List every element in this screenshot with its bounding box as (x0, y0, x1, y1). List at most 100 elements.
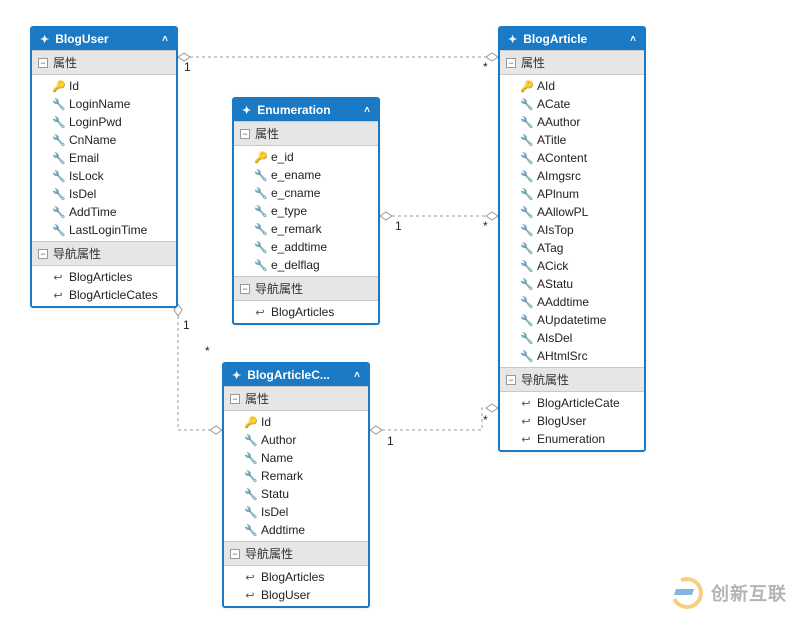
chevron-up-icon[interactable]: ˄ (354, 370, 360, 381)
prop-isdel[interactable]: 🔧IsDel (224, 503, 368, 521)
entity-icon: ✦ (232, 369, 241, 382)
nav-blogarticlecate[interactable]: ↩BlogArticleCate (500, 394, 644, 412)
entity-icon: ✦ (508, 33, 517, 46)
wrench-icon: 🔧 (244, 470, 256, 483)
entity-header[interactable]: ✦ Enumeration ˄ (234, 99, 378, 121)
prop-acick[interactable]: 🔧ACick (500, 257, 644, 275)
expander-icon[interactable]: − (38, 58, 48, 68)
prop-eaddtime[interactable]: 🔧e_addtime (234, 238, 378, 256)
prop-aplnum[interactable]: 🔧APlnum (500, 185, 644, 203)
prop-etype[interactable]: 🔧e_type (234, 202, 378, 220)
prop-id[interactable]: 🔑Id (224, 413, 368, 431)
entity-icon: ✦ (242, 104, 251, 117)
prop-aupdatetime[interactable]: 🔧AUpdatetime (500, 311, 644, 329)
nav-list: ↩BlogArticles ↩BlogUser (224, 566, 368, 606)
expander-icon[interactable]: − (506, 375, 516, 385)
wrench-icon: 🔧 (254, 187, 266, 200)
expander-icon[interactable]: − (230, 394, 240, 404)
chevron-up-icon[interactable]: ˄ (364, 105, 370, 116)
wrench-icon: 🔧 (520, 350, 532, 363)
nav-blogarticles[interactable]: ↩BlogArticles (234, 303, 378, 321)
prop-astatu[interactable]: 🔧AStatu (500, 275, 644, 293)
section-props[interactable]: − 属性 (500, 50, 644, 75)
wrench-icon: 🔧 (520, 296, 532, 309)
prop-aaddtime[interactable]: 🔧AAddtime (500, 293, 644, 311)
prop-addtime[interactable]: 🔧Addtime (224, 521, 368, 539)
nav-list: ↩BlogArticleCate ↩BlogUser ↩Enumeration (500, 392, 644, 450)
nav-icon: ↩ (244, 571, 256, 584)
section-props[interactable]: − 属性 (224, 386, 368, 411)
prop-name[interactable]: 🔧Name (224, 449, 368, 467)
prop-statu[interactable]: 🔧Statu (224, 485, 368, 503)
section-nav[interactable]: − 导航属性 (500, 367, 644, 392)
entity-blogarticlecate[interactable]: ✦ BlogArticleC... ˄ − 属性 🔑Id 🔧Author 🔧Na… (222, 362, 370, 608)
entity-title: BlogUser (55, 32, 156, 46)
section-props[interactable]: − 属性 (32, 50, 176, 75)
wrench-icon: 🔧 (520, 98, 532, 111)
nav-enumeration[interactable]: ↩Enumeration (500, 430, 644, 448)
prop-acontent[interactable]: 🔧AContent (500, 149, 644, 167)
section-props[interactable]: − 属性 (234, 121, 378, 146)
expander-icon[interactable]: − (230, 549, 240, 559)
key-icon: 🔑 (52, 80, 64, 93)
nav-bloguser[interactable]: ↩BlogUser (500, 412, 644, 430)
entity-bloguser[interactable]: ✦ BlogUser ˄ − 属性 🔑Id 🔧LoginName 🔧LoginP… (30, 26, 178, 308)
nav-icon: ↩ (520, 433, 532, 446)
nav-blogarticles[interactable]: ↩BlogArticles (32, 268, 176, 286)
section-nav[interactable]: − 导航属性 (32, 241, 176, 266)
prop-aallowpl[interactable]: 🔧AAllowPL (500, 203, 644, 221)
chevron-up-icon[interactable]: ˄ (162, 34, 168, 45)
prop-islock[interactable]: 🔧IsLock (32, 167, 176, 185)
entity-blogarticle[interactable]: ✦ BlogArticle ˄ − 属性 🔑AId 🔧ACate 🔧AAutho… (498, 26, 646, 452)
prop-acate[interactable]: 🔧ACate (500, 95, 644, 113)
prop-loginpwd[interactable]: 🔧LoginPwd (32, 113, 176, 131)
wrench-icon: 🔧 (244, 506, 256, 519)
entity-header[interactable]: ✦ BlogArticleC... ˄ (224, 364, 368, 386)
prop-isdel[interactable]: 🔧IsDel (32, 185, 176, 203)
wrench-icon: 🔧 (520, 152, 532, 165)
prop-ecname[interactable]: 🔧e_cname (234, 184, 378, 202)
expander-icon[interactable]: − (240, 129, 250, 139)
chevron-up-icon[interactable]: ˄ (630, 34, 636, 45)
prop-author[interactable]: 🔧Author (224, 431, 368, 449)
prop-edelflag[interactable]: 🔧e_delflag (234, 256, 378, 274)
prop-addtime[interactable]: 🔧AddTime (32, 203, 176, 221)
prop-remark[interactable]: 🔧Remark (224, 467, 368, 485)
prop-loginname[interactable]: 🔧LoginName (32, 95, 176, 113)
prop-email[interactable]: 🔧Email (32, 149, 176, 167)
section-label: 属性 (255, 125, 279, 142)
prop-lastlogintime[interactable]: 🔧LastLoginTime (32, 221, 176, 239)
prop-atitle[interactable]: 🔧ATitle (500, 131, 644, 149)
prop-aisdel[interactable]: 🔧AIsDel (500, 329, 644, 347)
prop-eename[interactable]: 🔧e_ename (234, 166, 378, 184)
entity-header[interactable]: ✦ BlogUser ˄ (32, 28, 176, 50)
prop-aimgsrc[interactable]: 🔧AImgsrc (500, 167, 644, 185)
prop-atag[interactable]: 🔧ATag (500, 239, 644, 257)
entity-icon: ✦ (40, 33, 49, 46)
wrench-icon: 🔧 (52, 170, 64, 183)
nav-blogarticlecates[interactable]: ↩BlogArticleCates (32, 286, 176, 304)
prop-id[interactable]: 🔑Id (32, 77, 176, 95)
watermark: 创新互联 (671, 577, 787, 609)
nav-bloguser[interactable]: ↩BlogUser (224, 586, 368, 604)
expander-icon[interactable]: − (506, 58, 516, 68)
section-nav[interactable]: − 导航属性 (234, 276, 378, 301)
expander-icon[interactable]: − (240, 284, 250, 294)
entity-enumeration[interactable]: ✦ Enumeration ˄ − 属性 🔑e_id 🔧e_ename 🔧e_c… (232, 97, 380, 325)
prop-aistop[interactable]: 🔧AIsTop (500, 221, 644, 239)
prop-aauthor[interactable]: 🔧AAuthor (500, 113, 644, 131)
prop-eremark[interactable]: 🔧e_remark (234, 220, 378, 238)
wrench-icon: 🔧 (520, 134, 532, 147)
wrench-icon: 🔧 (520, 116, 532, 129)
section-nav[interactable]: − 导航属性 (224, 541, 368, 566)
nav-icon: ↩ (520, 397, 532, 410)
prop-aid[interactable]: 🔑AId (500, 77, 644, 95)
entity-header[interactable]: ✦ BlogArticle ˄ (500, 28, 644, 50)
prop-eid[interactable]: 🔑e_id (234, 148, 378, 166)
expander-icon[interactable]: − (38, 249, 48, 259)
nav-blogarticles[interactable]: ↩BlogArticles (224, 568, 368, 586)
prop-ahtmlsrc[interactable]: 🔧AHtmlSrc (500, 347, 644, 365)
wrench-icon: 🔧 (520, 188, 532, 201)
prop-list: 🔑AId 🔧ACate 🔧AAuthor 🔧ATitle 🔧AContent 🔧… (500, 75, 644, 367)
prop-cnname[interactable]: 🔧CnName (32, 131, 176, 149)
